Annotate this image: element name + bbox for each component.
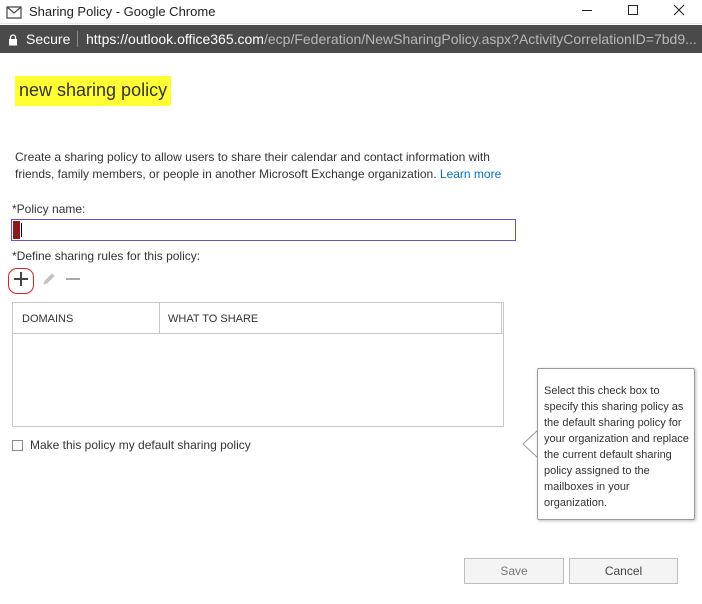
text-caret bbox=[21, 223, 22, 237]
page-title: new sharing policy bbox=[15, 76, 172, 106]
intro-text: Create a sharing policy to allow users t… bbox=[15, 149, 515, 183]
edit-rule-button[interactable] bbox=[36, 268, 62, 294]
table-body bbox=[13, 334, 503, 426]
default-policy-row: Make this policy my default sharing poli… bbox=[12, 437, 251, 453]
maximize-icon bbox=[627, 3, 639, 21]
address-bar[interactable]: Secure https://outlook.office365.com/ecp… bbox=[0, 25, 702, 53]
secure-label: Secure bbox=[26, 31, 71, 47]
url-scheme: https:// bbox=[86, 31, 129, 47]
policy-name-input[interactable] bbox=[11, 219, 516, 241]
cancel-button[interactable]: Cancel bbox=[569, 558, 678, 584]
remove-rule-button[interactable] bbox=[60, 268, 86, 294]
url-text[interactable]: https://outlook.office365.com/ecp/Federa… bbox=[86, 31, 698, 47]
table-scrollbar-divider bbox=[501, 303, 502, 334]
sharing-rules-table[interactable]: DOMAINS WHAT TO SHARE bbox=[12, 302, 504, 427]
save-button[interactable]: Save bbox=[464, 558, 564, 584]
table-header: DOMAINS WHAT TO SHARE bbox=[13, 303, 503, 334]
column-header-domains[interactable]: DOMAINS bbox=[22, 313, 73, 325]
plus-icon bbox=[13, 271, 29, 292]
default-policy-checkbox[interactable] bbox=[12, 439, 23, 451]
maximize-button[interactable] bbox=[610, 0, 656, 24]
lock-icon bbox=[8, 33, 18, 46]
minimize-icon bbox=[581, 3, 593, 21]
url-host: outlook.office365.com bbox=[128, 31, 264, 47]
url-path: /ecp/Federation/NewSharingPolicy.aspx?Ac… bbox=[263, 31, 697, 47]
outlook-icon bbox=[6, 5, 22, 19]
address-divider bbox=[77, 31, 78, 47]
column-divider bbox=[159, 303, 160, 334]
policy-name-label: *Policy name: bbox=[12, 202, 86, 216]
add-rule-button[interactable] bbox=[8, 268, 34, 294]
required-field-marker bbox=[13, 221, 20, 239]
minimize-button[interactable] bbox=[564, 0, 610, 24]
close-button[interactable] bbox=[656, 0, 702, 24]
tooltip-arrow bbox=[522, 430, 538, 458]
intro-description: Create a sharing policy to allow users t… bbox=[15, 150, 490, 181]
minus-icon bbox=[65, 271, 81, 292]
default-policy-label[interactable]: Make this policy my default sharing poli… bbox=[30, 438, 251, 452]
column-header-what-to-share[interactable]: WHAT TO SHARE bbox=[168, 313, 258, 325]
help-tooltip: Select this check box to specify this sh… bbox=[537, 368, 695, 520]
learn-more-link[interactable]: Learn more bbox=[440, 167, 501, 181]
window-titlebar: Sharing Policy - Google Chrome bbox=[0, 0, 702, 24]
close-icon bbox=[673, 3, 685, 21]
sharing-rules-label: *Define sharing rules for this policy: bbox=[12, 249, 201, 263]
rules-toolbar bbox=[8, 268, 88, 296]
pencil-icon bbox=[41, 271, 57, 292]
window-title: Sharing Policy - Google Chrome bbox=[29, 4, 216, 19]
